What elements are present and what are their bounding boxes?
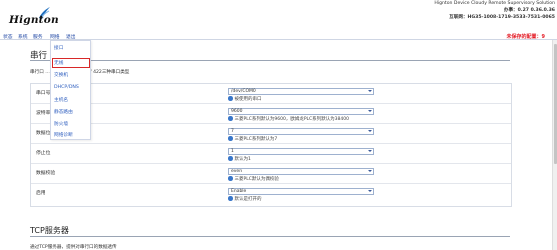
chevron-down-icon	[368, 90, 372, 92]
dropdown-item-dhcp-dns[interactable]: DHCP/DNS	[54, 85, 79, 90]
enable-select-value: Enable	[231, 189, 247, 194]
parity-select[interactable]: even	[228, 168, 374, 175]
unsaved-config-warning[interactable]: 未保存的配置：9	[507, 33, 545, 40]
dropdown-item-firewall[interactable]: 防火墙	[54, 121, 68, 127]
menu-service[interactable]: 服务	[33, 33, 43, 40]
baud-hint: 三菱PLC系列默认为9600，欧姆龙PLC系列默认为38400	[228, 116, 349, 122]
port-hint-text: 被使用的串口	[234, 97, 262, 102]
chevron-down-icon	[368, 130, 372, 132]
form-row-parity: 数据校验 even 三菱PLC默认为偶校验	[31, 164, 511, 184]
stopbits-label: 停止位	[36, 151, 51, 156]
port-hint: 被使用的串口	[228, 96, 262, 102]
form-row-enable: 启用 Enable 默认是打开的	[31, 184, 511, 206]
top-header: Hignton Hignton Device Cloudy Remote Sup…	[0, 0, 557, 31]
page-scrollbar[interactable]	[552, 40, 557, 250]
info-icon	[228, 196, 233, 201]
enable-hint: 默认是打开的	[228, 196, 262, 202]
port-label: 串口号	[36, 91, 51, 96]
dropdown-item-diagnostics[interactable]: 网络诊断	[54, 132, 73, 138]
chevron-down-icon	[368, 190, 372, 192]
info-icon	[228, 156, 233, 161]
dropdown-item-hostname[interactable]: 主机名	[54, 97, 68, 103]
menu-network[interactable]: 网络	[50, 33, 60, 40]
databits-hint-text: 三菱PLC系列默认为7	[234, 137, 278, 142]
form-row-databits: 数据位 7 三菱PLC系列默认为7	[31, 124, 511, 144]
dropdown-item-static-routes[interactable]: 静态路由	[54, 109, 73, 115]
baud-hint-text: 三菱PLC系列默认为9600，欧姆龙PLC系列默认为38400	[234, 117, 350, 122]
dropdown-item-switch[interactable]: 交换机	[54, 72, 68, 78]
version-info: 办事：0.27 0.36.0.36	[503, 8, 555, 13]
port-select[interactable]: /dev/COM0	[228, 88, 374, 95]
stopbits-select[interactable]: 1	[228, 148, 374, 155]
enable-select[interactable]: Enable	[228, 188, 374, 195]
form-row-stopbits: 停止位 1 默认为1	[31, 144, 511, 164]
chevron-down-icon	[368, 110, 372, 112]
dropdown-item-interfaces[interactable]: 接口	[54, 45, 63, 51]
menu-system[interactable]: 系统	[18, 33, 28, 40]
stopbits-hint: 默认为1	[228, 156, 251, 162]
info-icon	[228, 136, 233, 141]
enable-label: 启用	[36, 191, 46, 196]
device-id: 互联网：HG35-1008-1719-3533-7531-0065	[449, 15, 555, 20]
network-dropdown-menu: 接口 无线 交换机 DHCP/DNS 主机名 静态路由 防火墙 网络诊断	[50, 40, 91, 140]
parity-select-value: even	[231, 169, 243, 174]
dropdown-item-wireless[interactable]: 无线	[54, 60, 63, 66]
main-menubar: 状态 系统 服务 网络 退出 未保存的配置：9	[0, 31, 557, 40]
tcp-section-divider	[30, 236, 510, 237]
baud-select[interactable]: 9600	[228, 108, 374, 115]
info-icon	[228, 176, 233, 181]
databits-label: 数据位	[36, 131, 51, 136]
brand-logo: Hignton	[9, 14, 59, 26]
chevron-down-icon	[368, 150, 372, 152]
section-title-tcp-server: TCP服务器	[30, 226, 69, 235]
menu-status[interactable]: 状态	[3, 33, 13, 40]
info-icon	[228, 116, 233, 121]
parity-hint: 三菱PLC默认为偶校验	[228, 176, 279, 182]
databits-hint: 三菱PLC系列默认为7	[228, 136, 277, 142]
tcp-section-description: 通过TCP服务器，提供对串行口的数据透传	[30, 245, 117, 250]
form-row-port: 串口号 /dev/COM0 被使用的串口	[31, 84, 511, 104]
menu-logout[interactable]: 退出	[66, 33, 76, 40]
databits-select[interactable]: 7	[228, 128, 374, 135]
baud-select-value: 9600	[231, 109, 243, 114]
databits-select-value: 7	[231, 129, 234, 134]
enable-hint-text: 默认是打开的	[234, 197, 262, 202]
chevron-down-icon	[368, 170, 372, 172]
form-row-baud: 波特率 9600 三菱PLC系列默认为9600，欧姆龙PLC系列默认为38400	[31, 104, 511, 124]
baud-label: 波特率	[36, 111, 51, 116]
solution-name: Hignton Device Cloudy Remote Supervisory…	[434, 1, 555, 6]
parity-label: 数据校验	[36, 171, 56, 176]
parity-hint-text: 三菱PLC默认为偶校验	[234, 177, 279, 182]
section-divider	[30, 60, 510, 61]
info-icon	[228, 96, 233, 101]
port-select-value: /dev/COM0	[231, 89, 256, 94]
stopbits-hint-text: 默认为1	[234, 157, 251, 162]
stopbits-select-value: 1	[231, 149, 234, 154]
serial-config-form: 串口号 /dev/COM0 被使用的串口 波特率 9600 三菱PLC系列默认为…	[30, 83, 512, 207]
